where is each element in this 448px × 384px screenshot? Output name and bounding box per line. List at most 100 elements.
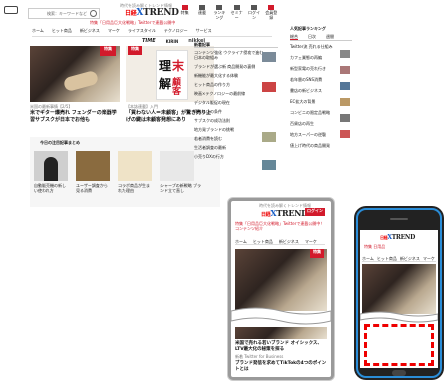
header-icon-series[interactable]: 連載 xyxy=(195,5,208,19)
tablet-nav: ホーム ヒット商品 新ビジネス マーケ xyxy=(235,239,325,245)
phone-nav: ホーム ヒット商品 新ビジネス マーケ xyxy=(362,256,436,262)
ranking-thumb[interactable] xyxy=(340,82,350,90)
phone-home-button[interactable] xyxy=(392,370,406,376)
phone-screen: 日経XTREND 特集 日用品 ホーム ヒット商品 新ビジネス マーケ xyxy=(360,230,438,368)
nav-home[interactable]: ホーム xyxy=(32,28,44,36)
guitar-shape xyxy=(62,69,100,93)
tablet-article-tag: 新着 Twitter for Business xyxy=(235,354,284,359)
brand-logo[interactable]: 日経XTREND xyxy=(125,8,179,19)
article2-tag: 【本誌連載】入門 xyxy=(126,104,158,109)
news-item[interactable]: サブスクの成功法則 xyxy=(194,118,278,123)
phone-nav-home[interactable]: ホーム xyxy=(362,256,374,261)
nav-marketing[interactable]: マーケ xyxy=(108,28,120,36)
search-bar[interactable]: 検索：キーワードなど xyxy=(28,8,100,19)
feature-badge-2: 特集 xyxy=(128,46,142,55)
phone-nav-biz[interactable]: 新ビジネス xyxy=(400,256,420,261)
header-icon-seminar[interactable]: セミナー xyxy=(230,5,243,20)
header-icons: 特集 連載 ランキング セミナー ログイン 会員登録 xyxy=(178,5,278,20)
nav-business[interactable]: 新ビジネス xyxy=(80,28,100,36)
news-thumb[interactable] xyxy=(262,132,276,142)
tablet-article2-title[interactable]: ブランド発信を求めてTikTokの4つのポイントとは xyxy=(235,361,327,373)
nav-hit[interactable]: ヒット商品 xyxy=(52,28,72,36)
tablet-article-title[interactable]: 米国で売れる若いブランド オイシックス、LTV最大化の秘策を探る xyxy=(235,341,327,353)
nav-service[interactable]: サービス xyxy=(196,28,212,36)
sponsor-logo-2[interactable]: KIRIN xyxy=(166,39,179,44)
news-item[interactable]: 新機能が最大化する体験 xyxy=(194,73,278,78)
header-icon-ranking[interactable]: ランキング xyxy=(213,5,226,20)
week-thumb-4[interactable] xyxy=(160,151,194,181)
tablet-nav-home[interactable]: ホーム xyxy=(235,239,247,244)
phone-logo-main: TREND xyxy=(391,234,416,241)
header-icon-register[interactable]: 会員登録 xyxy=(265,5,278,20)
tablet-logo-main: TREND xyxy=(276,208,308,218)
header-icon-features[interactable]: 特集 xyxy=(178,5,191,19)
tablet-nav-mkt[interactable]: マーケ xyxy=(305,239,317,244)
book-cover: 理 末 解 顧客 xyxy=(156,50,188,100)
tablet-hero-image[interactable]: 特集 xyxy=(235,249,327,311)
search-icon[interactable] xyxy=(90,10,97,17)
tablet-hero-image-2[interactable] xyxy=(235,327,327,339)
ranking-tab-all[interactable]: 総合 xyxy=(290,34,298,40)
phone-speaker xyxy=(390,218,408,220)
brand-main: TREND xyxy=(143,8,179,18)
main-nav: ホーム ヒット商品 新ビジネス マーケ ライフスタイル テクノロジー サービス xyxy=(32,28,272,37)
article1-tag: 米国の最新事情【2/5】 xyxy=(30,104,73,109)
week-item-2[interactable]: ユーザー調査から見る消費 xyxy=(76,183,110,193)
ranking-thumb[interactable] xyxy=(340,98,350,106)
book-char-4: 顧客 xyxy=(170,77,180,95)
week-item-1[interactable]: 自動販売機の新しい使われ方 xyxy=(34,183,68,193)
tablet-banner[interactable]: 特集「日用品巨大化戦略」Twitterで連載公開中！コンテンツ紹介 xyxy=(235,221,325,231)
phone-banner[interactable]: 特集 日用品 xyxy=(364,244,385,249)
sponsor-logo-1[interactable]: TIME xyxy=(142,38,156,44)
person-silhouette xyxy=(44,157,58,181)
tablet-nav-biz[interactable]: 新ビジネス xyxy=(279,239,299,244)
news-item[interactable]: 小売りDXの行方 xyxy=(194,154,278,159)
nav-tech[interactable]: テクノロジー xyxy=(164,28,188,36)
news-item[interactable]: 売れる店の条件 xyxy=(194,109,278,114)
ranking-thumb[interactable] xyxy=(340,66,350,74)
logo-small[interactable] xyxy=(4,6,20,16)
tablet-logo[interactable]: 日経XTREND xyxy=(261,208,308,218)
ranking-tab-weekly[interactable]: 週間 xyxy=(326,34,334,40)
news-item[interactable]: ブランドが選ぶ新 商品開発の裏側 xyxy=(194,64,278,69)
search-placeholder: 検索：キーワードなど xyxy=(47,11,87,16)
week-item-3[interactable]: コラボ商品が生まれた理由 xyxy=(118,183,152,193)
desktop-page: 検索：キーワードなど 時代を読み解くトレンド情報 日経XTREND 特集 連載 … xyxy=(0,0,330,210)
article1-title[interactable]: 米でギター爆売れ フェンダーの楽器学習サブスクが日本でお他も xyxy=(30,110,120,124)
phone-hero-image[interactable] xyxy=(362,264,436,314)
phone-nav-mkt[interactable]: マーケ xyxy=(423,256,435,261)
feature-badge: 特集 xyxy=(100,46,116,56)
week-section: 今日の注目記事まとめ 自動販売機の新しい使われ方 ユーザー調査から見る消費 コラ… xyxy=(30,137,220,207)
nav-lifestyle[interactable]: ライフスタイル xyxy=(128,28,156,36)
phone-cut xyxy=(360,311,438,323)
news-item[interactable]: デジタル販促の現在 xyxy=(194,100,278,105)
ranking-heading: 人気記事ランキング xyxy=(290,26,326,31)
book-char-1: 理 xyxy=(159,59,172,73)
tablet-login-button[interactable]: ログイン xyxy=(305,208,325,216)
week-thumb-2[interactable] xyxy=(76,151,110,181)
article1-image[interactable]: 特集 xyxy=(30,46,120,102)
header-icon-login[interactable]: ログイン xyxy=(247,5,260,20)
phone-frame: 日経XTREND 特集 日用品 ホーム ヒット商品 新ビジネス マーケ xyxy=(354,206,444,380)
news-thumb[interactable] xyxy=(262,160,276,170)
week-thumb-1[interactable] xyxy=(34,151,68,181)
ranking-tabs: 総合 日次 週間 xyxy=(290,34,352,41)
news-thumb[interactable] xyxy=(262,82,276,92)
ranking-thumb[interactable] xyxy=(340,50,350,58)
tablet-feature-badge: 特集 xyxy=(310,249,324,258)
phone-ad-slot[interactable] xyxy=(364,324,434,366)
tablet-nav-hit[interactable]: ヒット商品 xyxy=(253,239,273,244)
ranking-tab-daily[interactable]: 日次 xyxy=(308,34,316,40)
news-item[interactable]: 生活者調査の最新 xyxy=(194,145,278,150)
promo-banner[interactable]: 特集「日用品巨大化戦略」Twitterで連載公開中 xyxy=(90,20,175,25)
brand-pre: 日経 xyxy=(125,10,137,17)
book-char-2: 末 xyxy=(172,59,185,73)
tablet-frame: 時代を読み解くトレンド情報 日経XTREND ログイン 特集「日用品巨大化戦略」… xyxy=(228,198,334,380)
ranking-item[interactable]: Twitter流 売れる仕組み xyxy=(290,44,352,49)
news-thumb[interactable] xyxy=(262,52,276,62)
phone-nav-hit[interactable]: ヒット商品 xyxy=(377,256,397,261)
ranking-thumb[interactable] xyxy=(340,130,350,138)
week-thumb-3[interactable] xyxy=(118,151,152,181)
ranking-thumb[interactable] xyxy=(340,114,350,122)
phone-logo[interactable]: 日経XTREND xyxy=(380,234,415,241)
